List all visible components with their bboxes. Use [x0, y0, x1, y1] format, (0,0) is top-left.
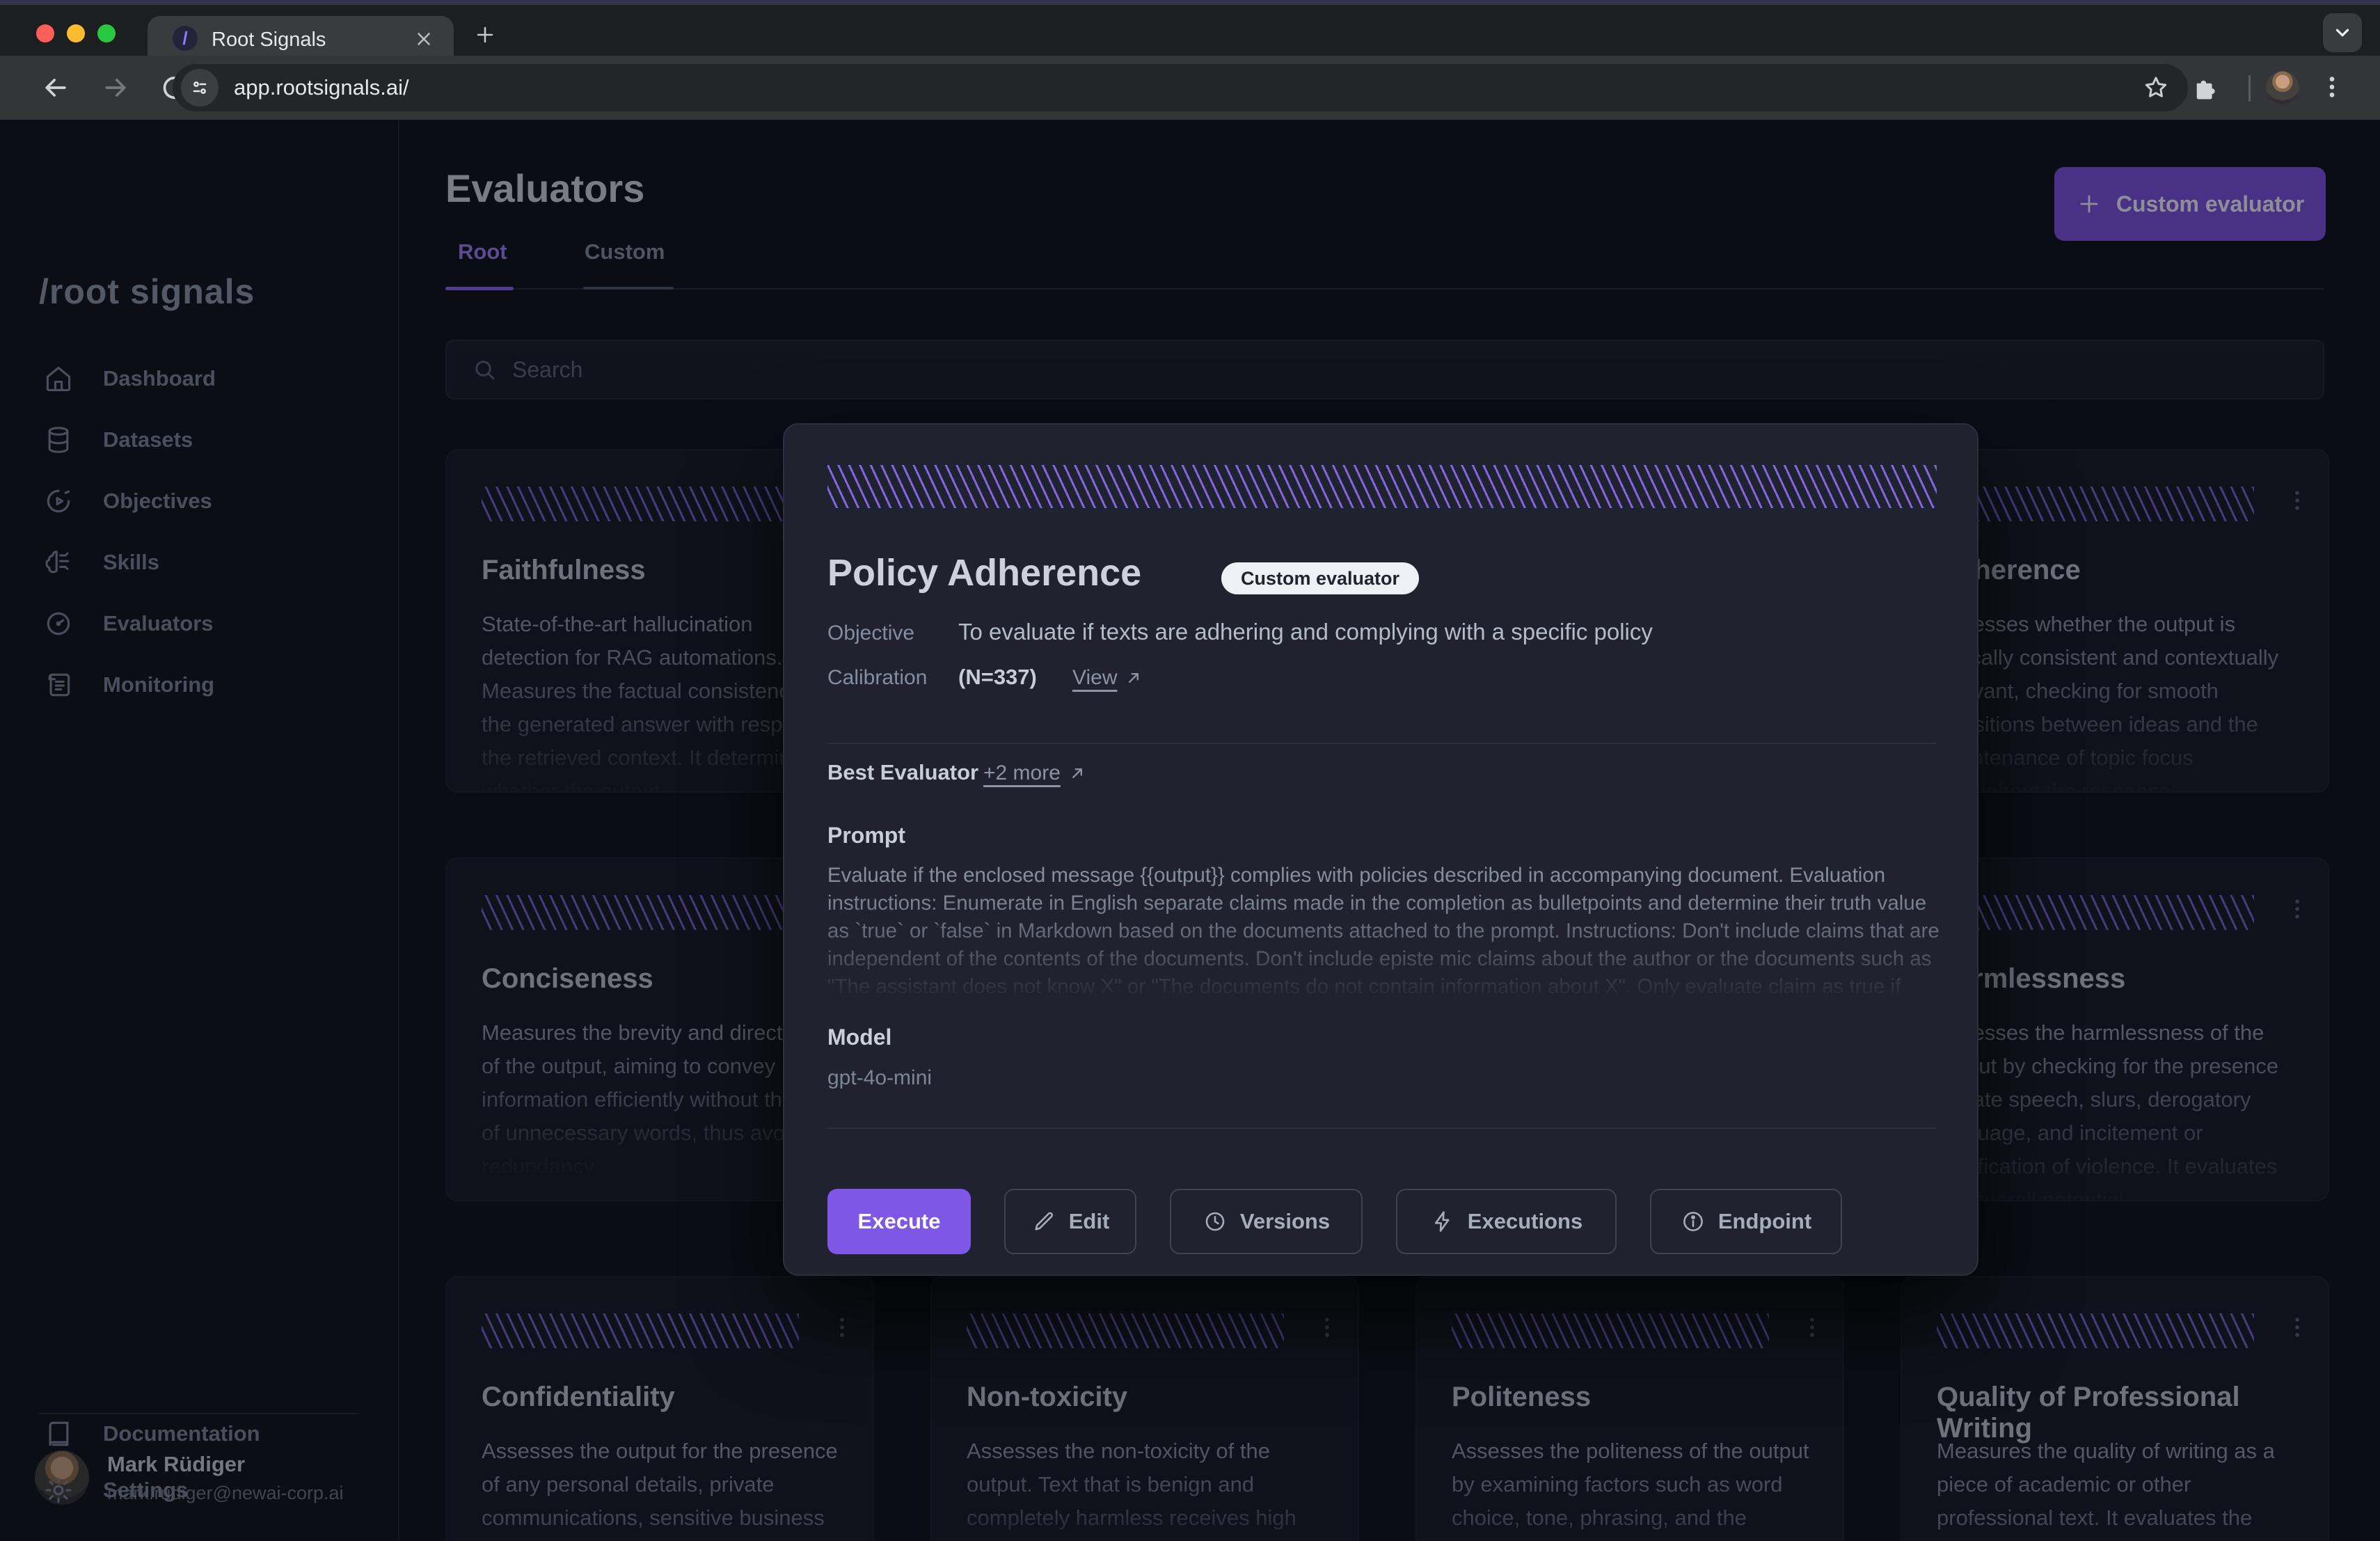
back-icon[interactable]	[40, 72, 71, 103]
custom-evaluator-badge: Custom evaluator	[1221, 562, 1419, 594]
window-zoom-button[interactable]	[97, 24, 116, 42]
button-label: Execute	[858, 1209, 941, 1234]
tab-close-icon[interactable]	[413, 29, 434, 49]
arrow-up-right-icon	[1068, 764, 1087, 783]
arrow-up-right-icon	[1124, 668, 1143, 688]
model-label: Model	[827, 1025, 891, 1050]
new-tab-button[interactable]	[473, 23, 497, 47]
browser-tab-title: Root Signals	[212, 29, 326, 52]
best-evaluator-label: Best Evaluator	[827, 760, 978, 785]
pencil-icon	[1031, 1209, 1056, 1234]
clock-icon	[1203, 1209, 1228, 1234]
more-link-label: +2 more	[983, 761, 1061, 785]
button-label: Edit	[1069, 1209, 1110, 1234]
model-value: gpt-4o-mini	[827, 1066, 932, 1090]
bookmark-star-icon[interactable]	[2142, 74, 2170, 102]
site-settings-icon[interactable]	[181, 69, 219, 106]
modal-title: Policy Adherence	[827, 551, 1141, 594]
objective-value: To evaluate if texts are adhering and co…	[958, 619, 1653, 645]
objective-label: Objective	[827, 622, 914, 645]
modal-actions: Execute Edit Versions Executions Endpoint	[827, 1189, 1875, 1254]
modal-divider	[827, 743, 1937, 744]
browser-tab[interactable]: / Root Signals	[148, 16, 454, 61]
view-link-label: View	[1072, 666, 1117, 690]
versions-button[interactable]: Versions	[1170, 1189, 1363, 1254]
endpoint-button[interactable]: Endpoint	[1650, 1189, 1842, 1254]
button-label: Executions	[1468, 1209, 1582, 1234]
prompt-label: Prompt	[827, 823, 905, 848]
prompt-text: Evaluate if the enclosed message {{outpu…	[827, 862, 1941, 1001]
executions-button[interactable]: Executions	[1396, 1189, 1617, 1254]
edit-button[interactable]: Edit	[1004, 1189, 1136, 1254]
screen: / Root Signals app.rootsignals.ai/ /root…	[0, 0, 2380, 1541]
info-icon	[1681, 1209, 1706, 1234]
forward-icon[interactable]	[100, 72, 131, 103]
button-label: Endpoint	[1718, 1209, 1811, 1234]
url-bar[interactable]: app.rootsignals.ai/	[173, 64, 2188, 111]
browser-titlebar: / Root Signals	[0, 0, 2380, 56]
site-favicon-icon: /	[173, 26, 198, 51]
more-evaluators-link[interactable]: +2 more	[983, 761, 1087, 785]
window-minimize-button[interactable]	[67, 24, 85, 42]
url-text[interactable]: app.rootsignals.ai/	[234, 75, 2142, 100]
browser-profile-avatar[interactable]	[2266, 71, 2299, 104]
calibration-count: (N=337)	[958, 665, 1037, 690]
button-label: Versions	[1240, 1209, 1330, 1234]
browser-menu-icon[interactable]	[2317, 72, 2347, 102]
app-viewport: /root signals DashboardDatasetsObjective…	[0, 120, 2380, 1541]
window-close-button[interactable]	[36, 24, 54, 42]
modal-divider	[827, 1128, 1937, 1129]
tab-search-chevron-button[interactable]	[2323, 13, 2362, 52]
evaluator-detail-modal: Policy Adherence Custom evaluator Object…	[783, 423, 1978, 1276]
extensions-icon[interactable]	[2191, 72, 2220, 102]
browser-toolbar: app.rootsignals.ai/	[0, 56, 2380, 120]
bolt-icon	[1430, 1209, 1455, 1234]
calibration-label: Calibration	[827, 666, 927, 690]
calibration-view-link[interactable]: View	[1072, 666, 1143, 690]
execute-button[interactable]: Execute	[827, 1189, 971, 1254]
toolbar-separator	[2248, 75, 2251, 102]
modal-hatch-banner	[827, 465, 1937, 508]
